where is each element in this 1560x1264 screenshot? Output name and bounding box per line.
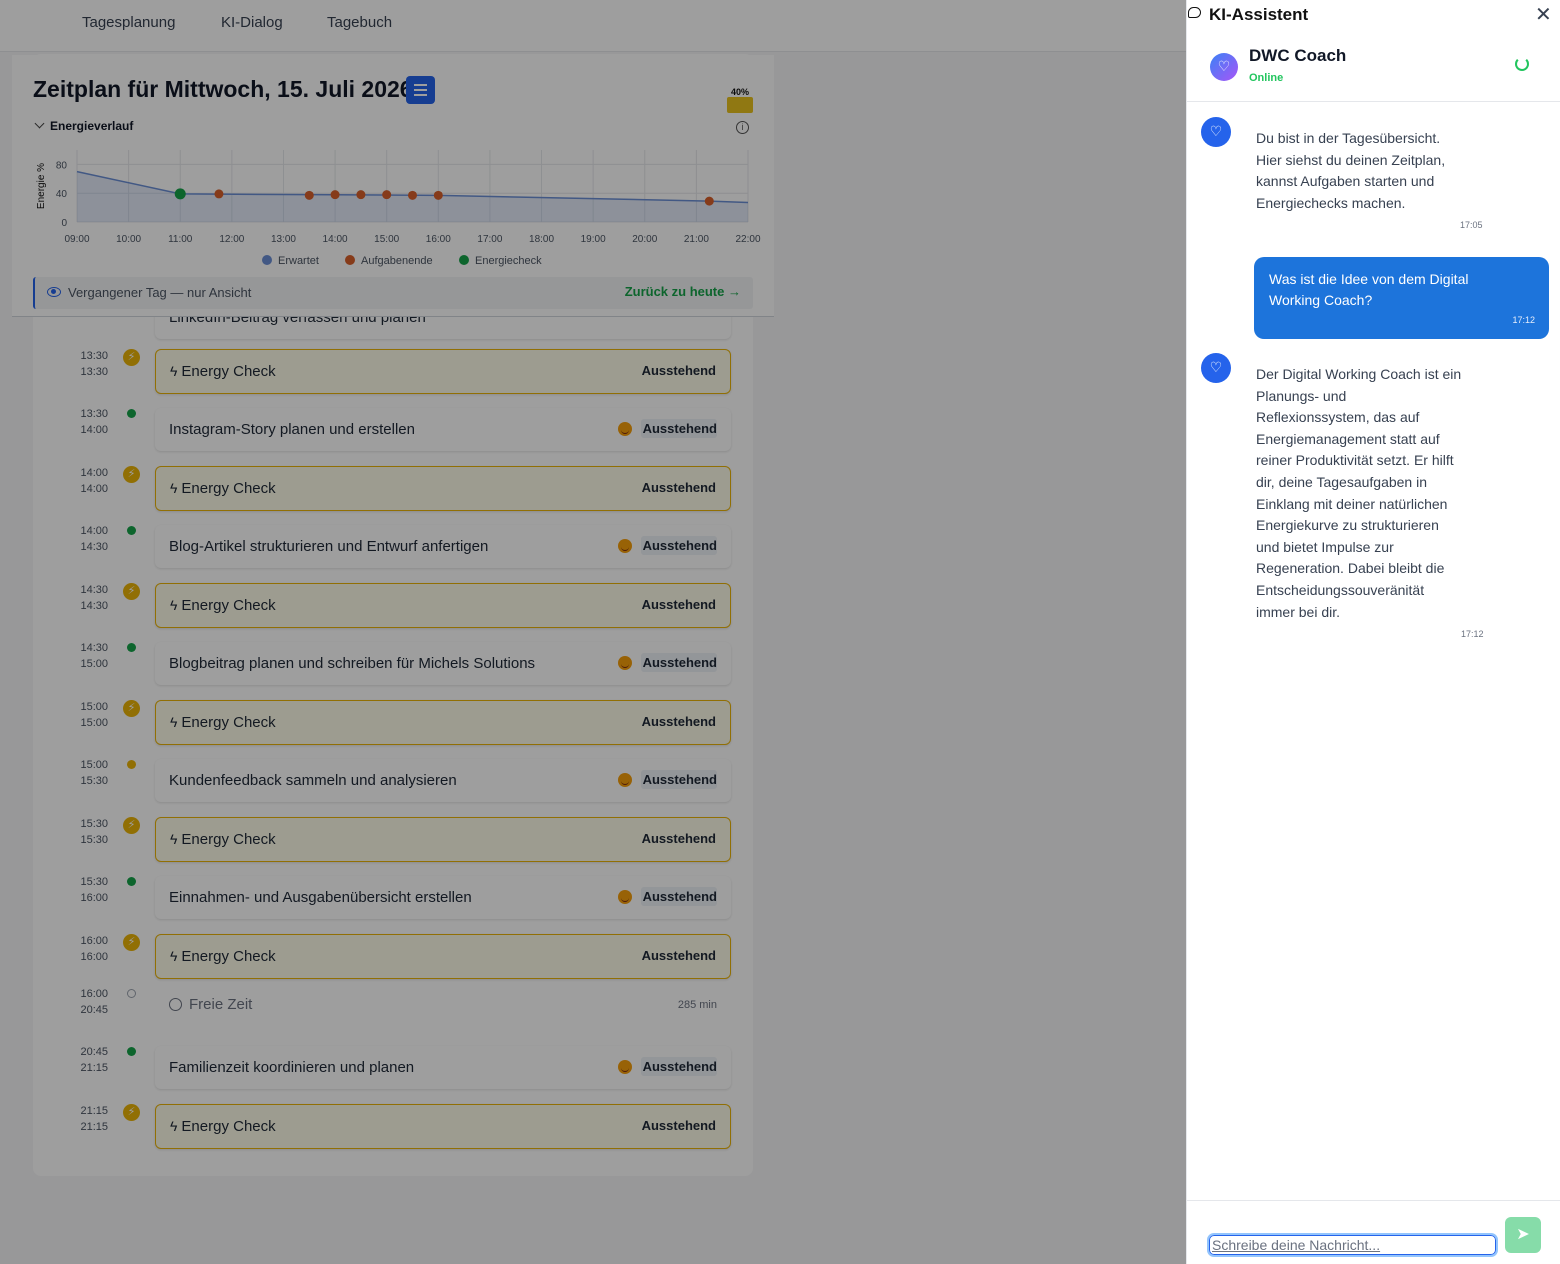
message-time: 17:12 (1512, 315, 1535, 325)
message-text: Du bist in der Tagesübersicht. Hier sieh… (1256, 130, 1446, 211)
assistant-title: KI-Assistent (1209, 5, 1309, 24)
user-message: Was ist die Idee von dem Digital Working… (1254, 257, 1549, 339)
heart-icon: ♡ (1201, 117, 1231, 147)
refresh-icon[interactable] (1515, 57, 1529, 71)
message-time: 17:05 (1460, 220, 1483, 230)
message-text: Was ist die Idee von dem Digital Working… (1269, 271, 1469, 308)
chat-bubble-icon (1188, 7, 1201, 18)
close-icon[interactable]: ✕ (1535, 2, 1552, 27)
message-input[interactable] (1207, 1233, 1498, 1257)
heart-icon: ♡ (1210, 53, 1238, 81)
message-text: Der Digital Working Coach ist ein Planun… (1256, 366, 1462, 620)
send-icon: ➤ (1516, 1226, 1530, 1243)
modal-overlay[interactable] (0, 0, 1186, 1264)
heart-icon: ♡ (1201, 353, 1231, 383)
send-button[interactable]: ➤ (1505, 1217, 1541, 1253)
coach-header: ♡ DWC Coach Online (1187, 30, 1560, 102)
coach-name: DWC Coach (1249, 46, 1347, 65)
coach-status: Online (1249, 72, 1284, 84)
message-composer: ➤ (1187, 1200, 1560, 1264)
message-time: 17:12 (1461, 629, 1484, 639)
assistant-header: KI-Assistent ✕ (1187, 0, 1560, 28)
assistant-panel: KI-Assistent ✕ ♡ DWC Coach Online ♡ Du b… (1186, 0, 1560, 1264)
